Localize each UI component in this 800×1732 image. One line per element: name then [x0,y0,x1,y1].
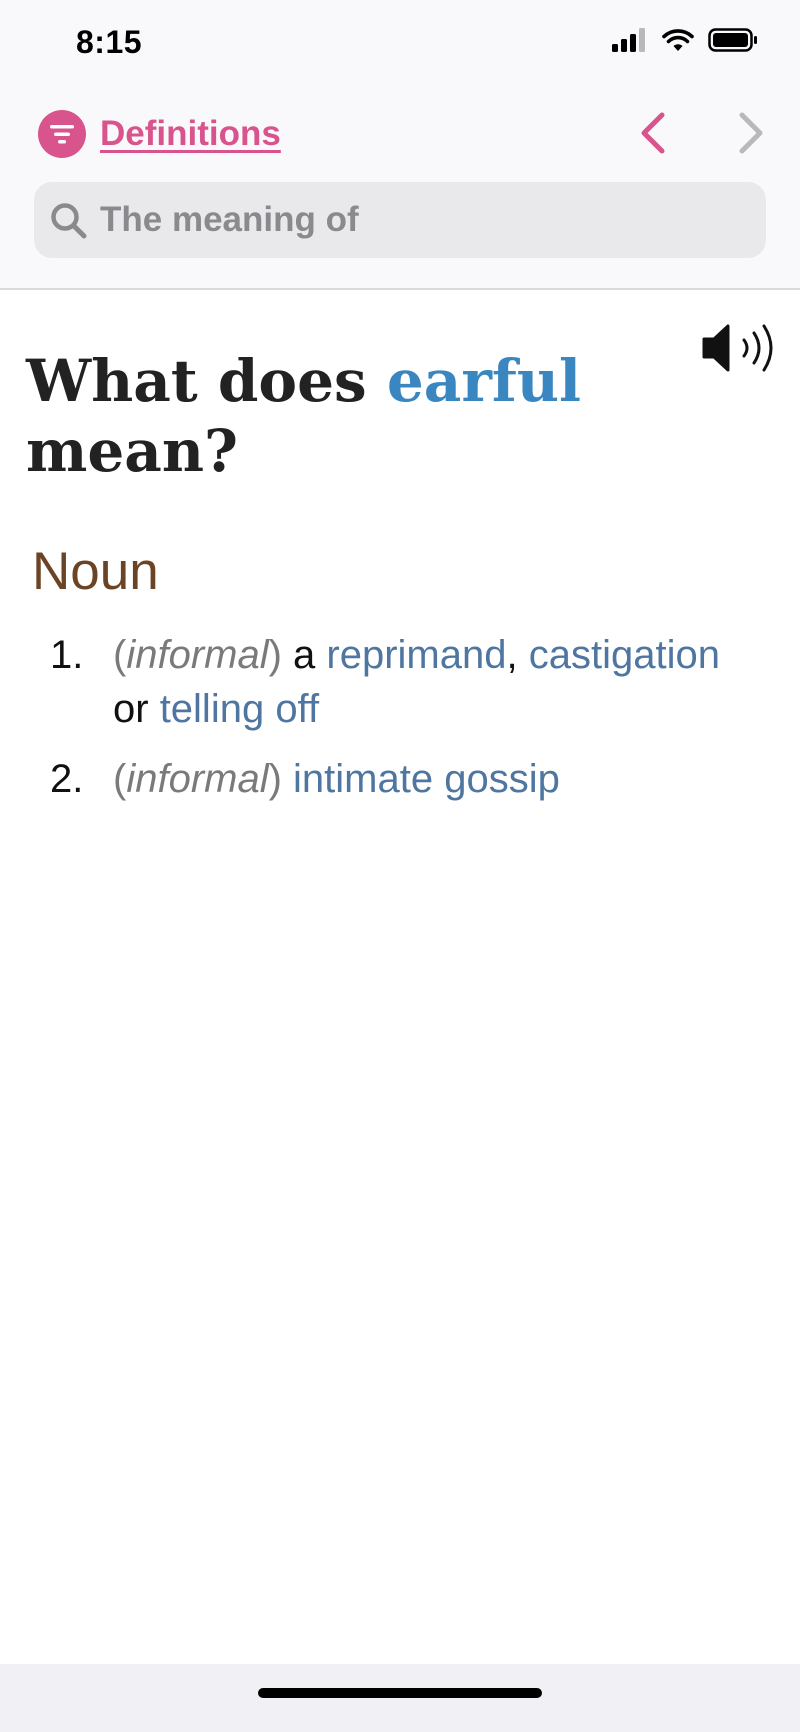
entry-heading: What does earful mean? [26,346,676,486]
status-icons [612,28,758,52]
definition-text: , [506,633,529,677]
synonym-link-telling-off[interactable]: telling off [160,687,319,731]
chevron-right-icon [739,112,763,154]
search-icon [51,203,87,239]
definition-list: 1. (informal) a reprimand, castigation or… [50,628,750,822]
definition-number: 1. [50,633,84,677]
nav-bar: Definitions [0,100,800,168]
filter-menu-button[interactable] [38,110,86,158]
forward-button[interactable] [726,108,776,158]
synonym-link-castigation[interactable]: castigation [529,633,720,677]
part-of-speech-label: Noun [32,542,159,601]
synonym-link-reprimand[interactable]: reprimand [326,633,506,677]
register-close-paren: ) [268,757,282,801]
register-label: informal [126,633,269,677]
register-open-paren: ( [113,757,127,801]
definition-text [282,757,293,801]
status-time: 8:15 [76,24,143,60]
home-indicator-area [0,1664,800,1732]
search-bar[interactable] [34,182,766,258]
back-button[interactable] [628,108,678,158]
register-open-paren: ( [113,633,127,677]
status-bar: 8:15 [0,0,800,90]
heading-prefix: What does [26,347,387,415]
entry-word: earful [386,347,582,415]
top-area: 8:15 Definitions The meaning of [0,0,800,290]
cellular-signal-icon [612,28,645,52]
register-label: informal [126,757,269,801]
synonym-link-intimate-gossip[interactable]: intimate gossip [293,757,560,801]
nav-title-definitions[interactable]: Definitions [100,110,281,158]
search-input[interactable] [100,182,740,258]
definition-text: a [281,633,327,677]
definition-number: 2. [50,757,84,801]
definition-item: 1. (informal) a reprimand, castigation or… [50,628,750,736]
chevron-left-icon [641,112,665,154]
definition-item: 2. (informal) intimate gossip [50,752,750,806]
speaker-icon[interactable] [700,320,780,376]
wifi-icon [662,29,694,51]
definition-text: or [113,687,160,731]
home-indicator[interactable] [258,1688,542,1698]
filter-lines-icon [50,125,74,144]
heading-suffix: mean? [26,417,239,485]
register-close-paren: ) [268,633,282,677]
battery-icon [708,28,757,52]
